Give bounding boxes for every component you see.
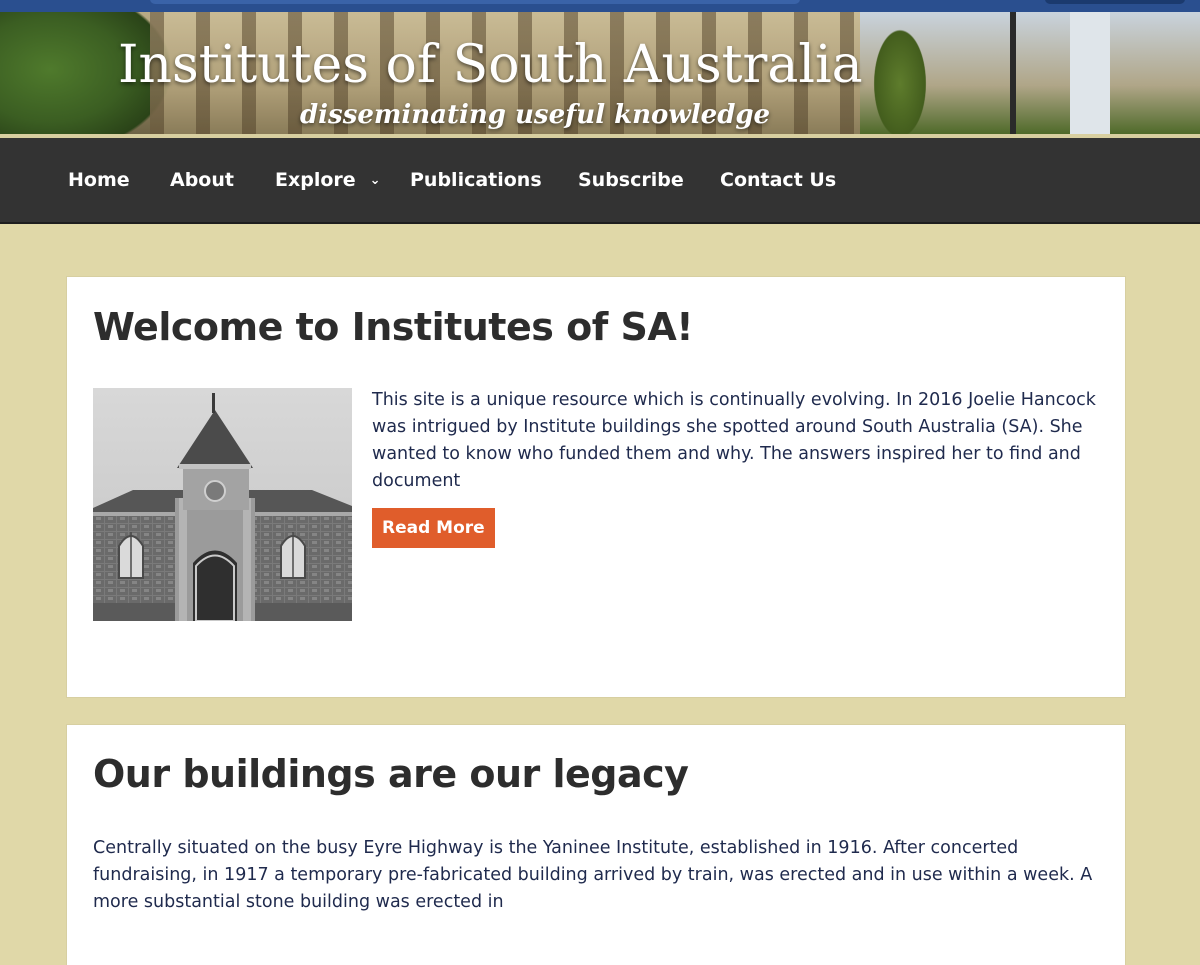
read-more-button[interactable]: Read More [372,508,495,548]
post-title[interactable]: Our buildings are our legacy [93,750,689,798]
institute-building-photo[interactable] [93,388,352,621]
browser-top-strip [0,0,1200,12]
top-bar-shape [1045,0,1185,4]
site-tagline: disseminating useful knowledge [300,100,771,130]
nav-item-contact-us[interactable]: Contact Us [720,166,836,194]
banner-tree [870,22,930,134]
site-title[interactable]: Institutes of South Australia [118,34,863,96]
site-header-banner: Institutes of South Australia disseminat… [0,12,1200,134]
nav-item-explore[interactable]: Explore ⌄ [275,166,381,195]
building-photo-graphic [93,388,352,621]
post-card-buildings: Our buildings are our legacy Centrally s… [67,725,1125,965]
nav-item-explore-label[interactable]: Explore [275,169,356,191]
nav-item-about[interactable]: About [170,166,234,194]
nav-item-publications[interactable]: Publications [410,166,542,194]
top-bar-shape [150,0,800,4]
post-title[interactable]: Welcome to Institutes of SA! [93,303,694,351]
nav-item-subscribe[interactable]: Subscribe [578,166,684,194]
post-excerpt: Centrally situated on the busy Eyre High… [93,838,1093,912]
nav-item-home[interactable]: Home [68,166,130,194]
post-excerpt: This site is a unique resource which is … [372,390,1096,491]
main-navigation: Home About Explore ⌄ Publications Subscri… [0,138,1200,224]
post-card-welcome: Welcome to Institutes of SA! This site i… [67,277,1125,697]
chevron-down-icon[interactable]: ⌄ [370,167,381,195]
